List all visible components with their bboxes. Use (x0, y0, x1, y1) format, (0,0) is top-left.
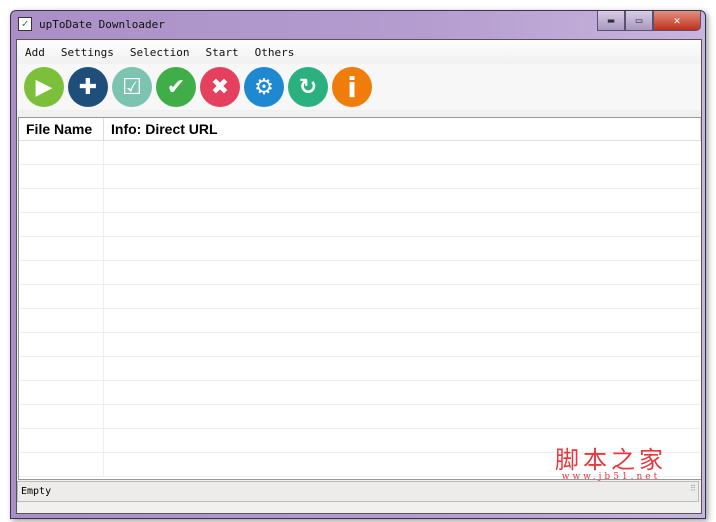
table-row[interactable] (19, 165, 701, 189)
selection-button[interactable]: ☑ (112, 67, 152, 107)
minimize-button[interactable]: ▬ (597, 11, 625, 31)
menu-selection[interactable]: Selection (130, 46, 190, 59)
status-text: Empty (21, 486, 52, 497)
menu-start[interactable]: Start (205, 46, 238, 59)
maximize-button[interactable]: ▭ (625, 11, 653, 31)
menu-add[interactable]: Add (25, 46, 45, 59)
add-button[interactable]: ✚ (68, 67, 108, 107)
info-button[interactable]: i (332, 67, 372, 107)
table-row[interactable] (19, 261, 701, 285)
play-icon: ▶ (35, 74, 53, 100)
confirm-button[interactable]: ✔ (156, 67, 196, 107)
check-icon: ✔ (166, 74, 186, 100)
toolbar: ▶ ✚ ☑ ✔ ✖ ⚙ ↻ i (17, 64, 701, 110)
refresh-button[interactable]: ↻ (288, 67, 328, 107)
app-check-icon: ✓ (18, 17, 32, 31)
table-row[interactable] (19, 309, 701, 333)
column-direct-url[interactable]: Info: Direct URL (104, 118, 701, 140)
window-title: upToDate Downloader (39, 18, 165, 31)
menu-bar: Add Settings Selection Start Others (17, 40, 701, 64)
table-row[interactable] (19, 357, 701, 381)
table-row[interactable] (19, 333, 701, 357)
plus-icon: ✚ (78, 74, 98, 100)
resize-grip[interactable]: ⠿ (690, 479, 696, 499)
x-icon: ✖ (210, 74, 230, 100)
download-table[interactable]: File Name Info: Direct URL (18, 117, 701, 480)
settings-button[interactable]: ⚙ (244, 67, 284, 107)
refresh-icon: ↻ (298, 74, 318, 100)
table-row[interactable] (19, 213, 701, 237)
gear-icon: ⚙ (254, 74, 274, 100)
close-button[interactable]: ✕ (653, 11, 701, 31)
remove-button[interactable]: ✖ (200, 67, 240, 107)
column-file-name[interactable]: File Name (19, 118, 104, 140)
watermark-cn: 脚本之家 (555, 446, 667, 474)
info-icon: i (347, 70, 357, 104)
table-row[interactable] (19, 285, 701, 309)
menu-others[interactable]: Others (255, 46, 295, 59)
table-row[interactable] (19, 189, 701, 213)
table-row[interactable] (19, 237, 701, 261)
checkbox-icon: ☑ (122, 74, 142, 100)
table-row[interactable] (19, 381, 701, 405)
watermark: 脚本之家 www.jb51.net (555, 440, 667, 482)
watermark-url: www.jb51.net (561, 472, 661, 482)
table-row[interactable] (19, 141, 701, 165)
start-button[interactable]: ▶ (24, 67, 64, 107)
status-bar: Empty ⠿ (17, 481, 699, 502)
table-row[interactable] (19, 405, 701, 429)
menu-settings[interactable]: Settings (61, 46, 114, 59)
